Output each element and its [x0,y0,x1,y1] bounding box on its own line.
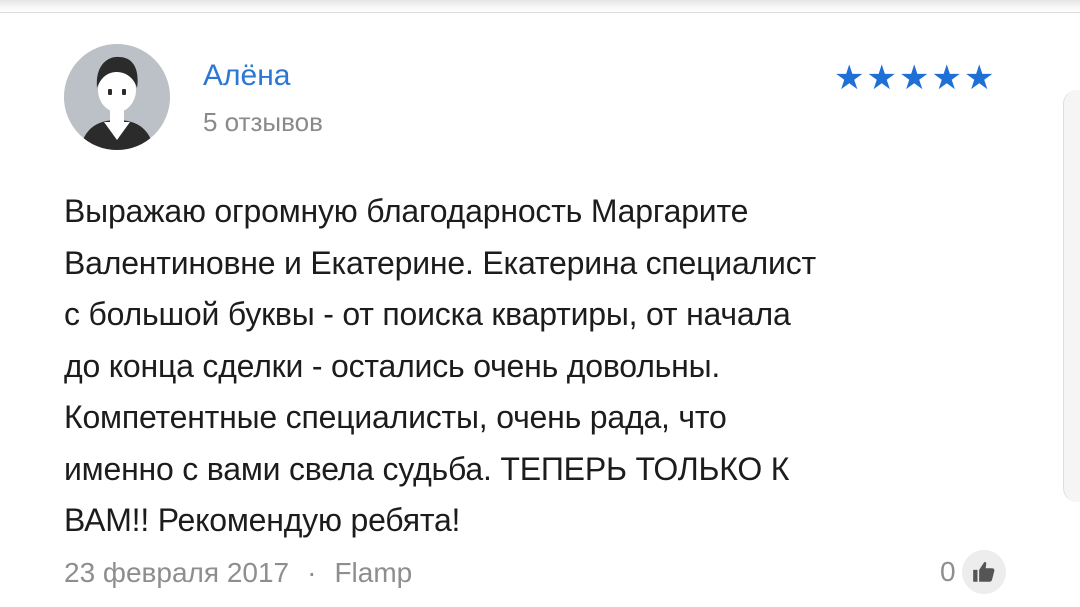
star-icon: ★ [963,58,995,98]
review-body-text: Выражаю огромную благодарность Маргарите… [64,193,816,538]
top-edge-divider [0,0,1080,13]
star-icon: ★ [866,58,897,98]
like-count: 0 [940,556,956,587]
review-source: Flamp [334,557,413,588]
next-card-edge [1063,90,1080,502]
author-name-link[interactable]: Алёна [203,56,290,96]
meta-separator: · [307,557,317,588]
star-icon: ★ [834,58,865,98]
avatar[interactable] [64,44,170,150]
review-date: 23 февраля 2017 [64,557,290,588]
star-icon: ★ [931,58,962,98]
author-reviews-count: 5 отзывов [203,107,323,137]
star-rating: ★ ★ ★ ★ ★ [834,60,994,96]
star-icon: ★ [898,58,930,98]
like-area: 0 [940,550,1006,594]
like-button[interactable] [961,550,1006,594]
thumbs-up-icon [972,561,994,582]
user-silhouette-icon [64,44,170,150]
review-meta: 23 февраля 2017 · Flamp [64,553,412,593]
